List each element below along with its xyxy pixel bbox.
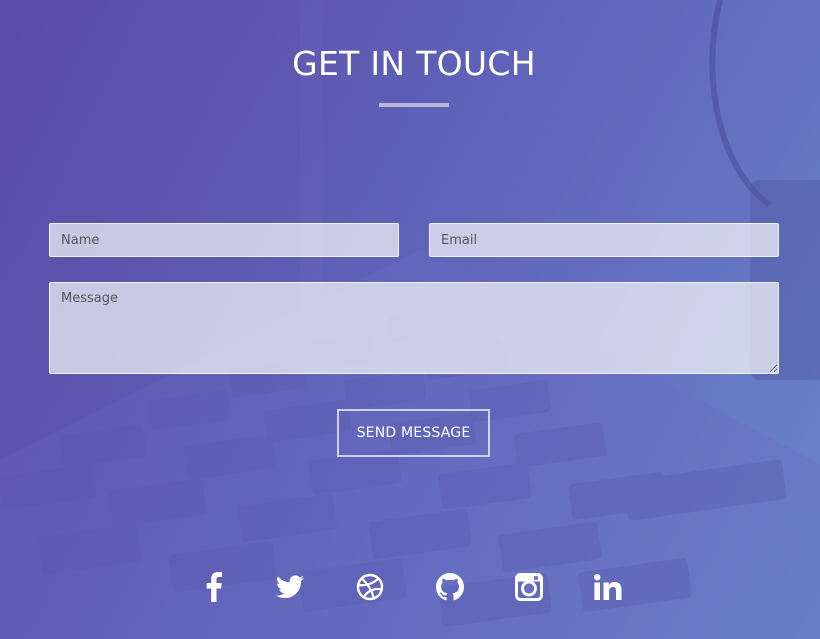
- title-divider: [379, 103, 449, 107]
- github-icon: [436, 573, 464, 601]
- twitter-link[interactable]: [272, 570, 308, 604]
- facebook-link[interactable]: [196, 570, 232, 604]
- linkedin-icon: [594, 574, 622, 600]
- twitter-icon: [276, 575, 304, 599]
- email-input[interactable]: [429, 223, 779, 257]
- facebook-icon: [206, 572, 222, 602]
- dribbble-link[interactable]: [352, 570, 388, 604]
- instagram-icon: [515, 573, 543, 601]
- instagram-link[interactable]: [511, 570, 547, 604]
- send-message-button[interactable]: SEND MESSAGE: [337, 409, 490, 457]
- name-input[interactable]: [49, 223, 399, 257]
- section-title: GET IN TOUCH: [292, 44, 536, 83]
- linkedin-link[interactable]: [590, 570, 626, 604]
- contact-section: GET IN TOUCH SEND MESSAGE: [0, 0, 820, 639]
- message-textarea[interactable]: [49, 282, 779, 374]
- dribbble-icon: [356, 573, 384, 601]
- github-link[interactable]: [432, 570, 468, 604]
